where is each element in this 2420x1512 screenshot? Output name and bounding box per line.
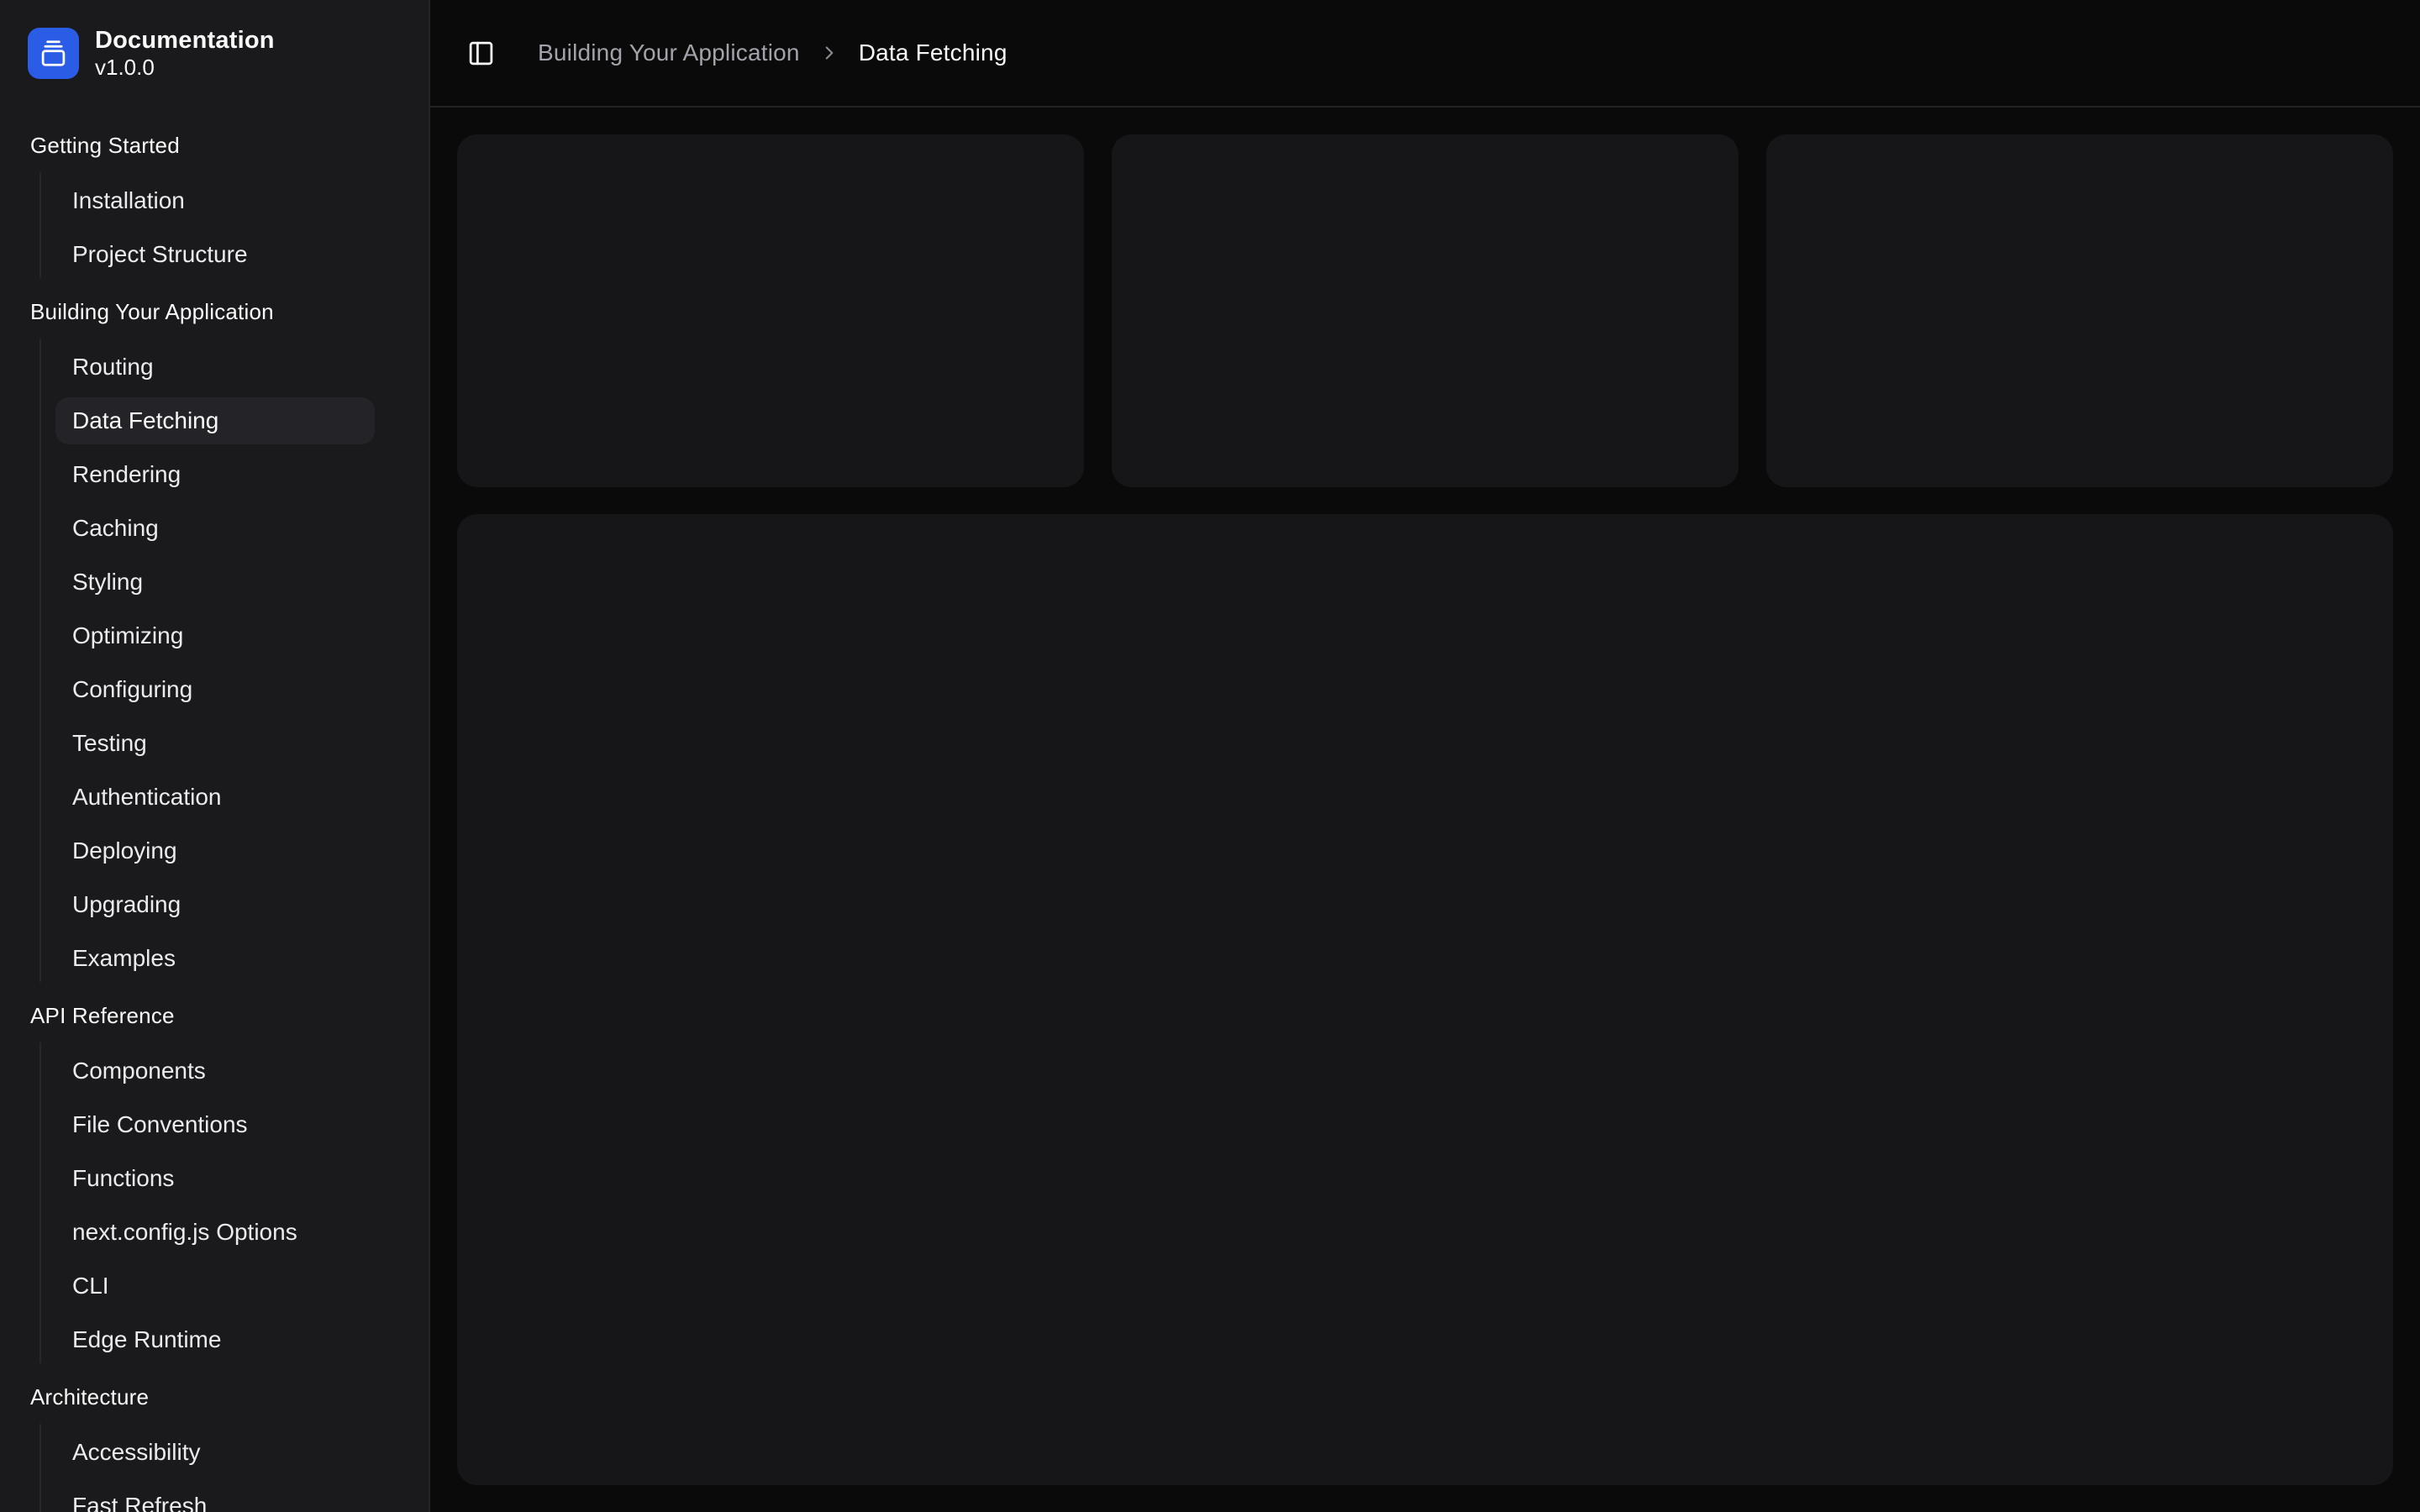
sidebar-item-examples[interactable]: Examples — [55, 935, 375, 982]
sidebar-item-functions[interactable]: Functions — [55, 1155, 375, 1202]
breadcrumb-parent-link[interactable]: Building Your Application — [538, 39, 800, 66]
placeholder-cards-row — [457, 134, 2393, 487]
sidebar-nav: Getting Started Installation Project Struc… — [0, 80, 429, 1512]
gallery-vertical-end-icon — [39, 39, 67, 67]
chevron-right-icon — [818, 42, 840, 64]
sidebar-header[interactable]: Documentation v1.0.0 — [0, 0, 429, 80]
sidebar-item-accessibility[interactable]: Accessibility — [55, 1429, 375, 1476]
sidebar-item-edge-runtime[interactable]: Edge Runtime — [55, 1316, 375, 1363]
sidebar-group-items: Routing Data Fetching Rendering Caching Styl… — [39, 339, 375, 982]
breadcrumb-current-page: Data Fetching — [859, 39, 1007, 66]
app-version: v1.0.0 — [95, 55, 275, 81]
breadcrumb: Building Your Application Data Fetching — [538, 39, 1007, 66]
sidebar: Documentation v1.0.0 Getting StartedInst… — [0, 0, 430, 1512]
sidebar-toggle-button[interactable] — [457, 29, 504, 76]
sidebar-item-optimizing[interactable]: Optimizing — [55, 612, 375, 659]
app-titles: Documentation v1.0.0 — [95, 27, 275, 81]
sidebar-group-label-getting-started: Getting Started — [0, 118, 429, 172]
sidebar-item-authentication[interactable]: Authentication — [55, 774, 375, 821]
sidebar-group-label-architecture: Architecture — [0, 1370, 429, 1424]
content — [430, 108, 2420, 1512]
sidebar-group-label-building-your-application: Building Your Application — [0, 285, 429, 339]
app-logo — [28, 28, 79, 79]
app-title: Documentation — [95, 27, 275, 55]
sidebar-item-file-conventions[interactable]: File Conventions — [55, 1101, 375, 1148]
main-area: Building Your Application Data Fetching — [430, 0, 2420, 1512]
sidebar-item-project-structure[interactable]: Project Structure — [55, 231, 375, 278]
main-header: Building Your Application Data Fetching — [430, 0, 2420, 108]
sidebar-group-items: Components File Conventions Functions next.… — [39, 1042, 375, 1363]
sidebar-group-items: Installation Project Structure — [39, 172, 375, 278]
sidebar-item-deploying[interactable]: Deploying — [55, 827, 375, 874]
sidebar-item-configuring[interactable]: Configuring — [55, 666, 375, 713]
placeholder-card — [457, 134, 1084, 487]
sidebar-item-fast-refresh[interactable]: Fast Refresh — [55, 1483, 375, 1512]
sidebar-item-installation[interactable]: Installation — [55, 177, 375, 224]
sidebar-item-next-config-js-options[interactable]: next.config.js Options — [55, 1209, 375, 1256]
sidebar-group-label-api-reference: API Reference — [0, 989, 429, 1042]
sidebar-item-styling[interactable]: Styling — [55, 559, 375, 606]
sidebar-item-upgrading[interactable]: Upgrading — [55, 881, 375, 928]
sidebar-item-rendering[interactable]: Rendering — [55, 451, 375, 498]
sidebar-item-cli[interactable]: CLI — [55, 1263, 375, 1310]
sidebar-group-items: Accessibility Fast Refresh — [39, 1424, 375, 1512]
placeholder-panel — [457, 514, 2393, 1485]
panel-left-icon — [467, 39, 495, 67]
sidebar-item-caching[interactable]: Caching — [55, 505, 375, 552]
sidebar-item-components[interactable]: Components — [55, 1047, 375, 1095]
sidebar-item-routing[interactable]: Routing — [55, 344, 375, 391]
placeholder-card — [1766, 134, 2393, 487]
sidebar-item-data-fetching[interactable]: Data Fetching — [55, 397, 375, 444]
sidebar-item-testing[interactable]: Testing — [55, 720, 375, 767]
placeholder-card — [1112, 134, 1739, 487]
